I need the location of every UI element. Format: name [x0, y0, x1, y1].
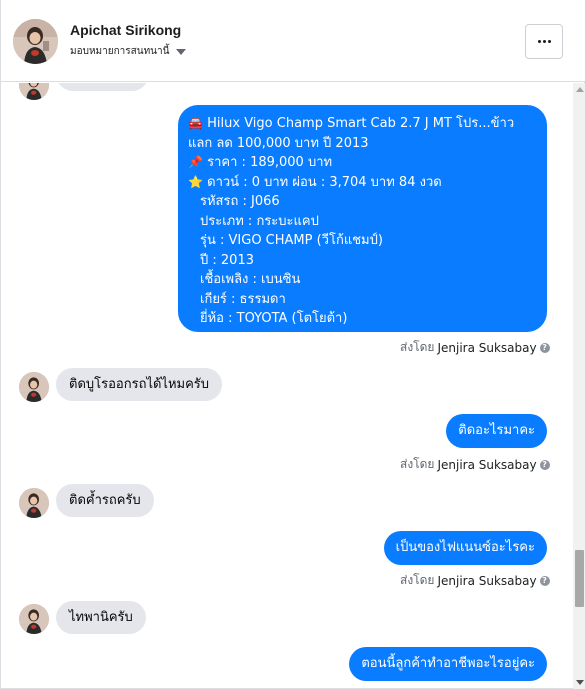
more-dot-icon — [537, 40, 541, 43]
listing-line: ประเภท : กระบะแคป — [200, 213, 319, 229]
sent-by-prefix: ส่งโดย — [400, 573, 435, 587]
profile-photo-icon — [19, 604, 49, 634]
avatar — [19, 604, 49, 634]
message-bubble-incoming[interactable] — [56, 83, 149, 91]
listing-line: แลก ลด 100,000 บาท ปี 2013 — [188, 134, 537, 154]
assign-conversation-label: มอบหมายการสนทนานี้ — [70, 46, 170, 57]
listing-line: รหัสรถ : J066 — [200, 194, 280, 209]
sent-by-prefix: ส่งโดย — [400, 457, 435, 471]
avatar — [19, 372, 49, 402]
avatar — [19, 83, 49, 100]
star-icon: ⭐ — [188, 174, 203, 189]
info-icon[interactable]: ? — [539, 459, 550, 470]
conversation-header: Apichat Sirikong มอบหมายการสนทนานี้ — [1, 0, 585, 82]
more-dot-icon — [547, 40, 551, 43]
profile-photo-icon — [19, 83, 49, 100]
avatar[interactable] — [13, 19, 58, 64]
listing-line: เชื้อเพลิง : เบนซิน — [200, 272, 301, 287]
message-bubble-outgoing[interactable]: ติดอะไรมาคะ — [446, 414, 547, 448]
messenger-window: Apichat Sirikong มอบหมายการสนทนานี้ 🚘 Hi… — [0, 0, 585, 689]
profile-photo-icon — [13, 19, 58, 64]
listing-line: 🚘 Hilux Vigo Champ Smart Cab 2.7 J MT โป… — [188, 114, 537, 134]
listing-title-cont: แลก ลด 100,000 บาท ปี 2013 — [188, 135, 369, 151]
scroll-up-arrow-icon[interactable] — [576, 87, 584, 92]
scroll-down-arrow-icon[interactable] — [576, 680, 584, 685]
listing-price: ราคา : 189,000 บาท — [207, 155, 333, 170]
listing-line: ยี่ห้อ : TOYOTA (โตโยต้า) — [200, 311, 348, 326]
listing-line: 📌 ราคา : 189,000 บาท — [188, 153, 537, 173]
sent-by-label: ส่งโดย Jenjira Suksabay ? — [400, 338, 550, 357]
profile-photo-icon — [19, 372, 49, 402]
listing-line: ⭐ ดาวน์ : 0 บาท ผ่อน : 3,704 บาท 84 งวด — [188, 173, 537, 193]
listing-line: ปี : 2013 — [200, 252, 254, 268]
message-bubble-outgoing[interactable]: เป็นของไฟแนนซ์อะไรคะ — [383, 531, 547, 565]
car-listing-message[interactable]: 🚘 Hilux Vigo Champ Smart Cab 2.7 J MT โป… — [178, 105, 547, 332]
message-thread[interactable]: 🚘 Hilux Vigo Champ Smart Cab 2.7 J MT โป… — [1, 83, 573, 689]
sent-by-label: ส่งโดย Jenjira Suksabay ? — [400, 455, 550, 474]
info-icon[interactable]: ? — [539, 575, 550, 586]
contact-name[interactable]: Apichat Sirikong — [70, 22, 181, 38]
assign-conversation-dropdown[interactable]: มอบหมายการสนทนานี้ — [70, 44, 187, 59]
message-bubble-outgoing[interactable]: ตอนนี้ลูกค้าทำอาชีพอะไรอยู่คะ — [349, 647, 547, 681]
message-bubble-incoming[interactable]: ติดค้ำรถครับ — [56, 484, 154, 517]
message-bubble-incoming[interactable]: ติดบูโรออกรถได้ไหมครับ — [56, 368, 223, 401]
info-icon[interactable]: ? — [539, 342, 550, 353]
car-icon: 🚘 — [188, 116, 203, 130]
sender-name[interactable]: Jenjira Suksabay — [437, 458, 536, 472]
more-dot-icon — [542, 40, 546, 43]
listing-down-payment: ดาวน์ : 0 บาท ผ่อน : 3,704 บาท 84 งวด — [207, 174, 442, 190]
more-options-button[interactable] — [525, 24, 563, 59]
scrollbar-thumb[interactable] — [575, 550, 584, 607]
profile-photo-icon — [19, 488, 49, 518]
pin-icon: 📌 — [188, 155, 203, 169]
listing-line: เกียร์ : ธรรมดา — [200, 291, 286, 307]
sender-name[interactable]: Jenjira Suksabay — [437, 341, 536, 355]
thread-scrollbar[interactable] — [573, 83, 585, 689]
sent-by-label: ส่งโดย Jenjira Suksabay ? — [400, 571, 550, 590]
avatar — [19, 488, 49, 518]
listing-title: Hilux Vigo Champ Smart Cab 2.7 J MT โปร.… — [207, 116, 515, 131]
sender-name[interactable]: Jenjira Suksabay — [437, 574, 536, 588]
caret-down-icon — [176, 49, 187, 55]
message-bubble-incoming[interactable]: ไทพานิครับ — [56, 601, 146, 634]
listing-line: รุ่น : VIGO CHAMP (วีโก้แชมป์) — [200, 233, 383, 248]
sent-by-prefix: ส่งโดย — [400, 340, 435, 354]
